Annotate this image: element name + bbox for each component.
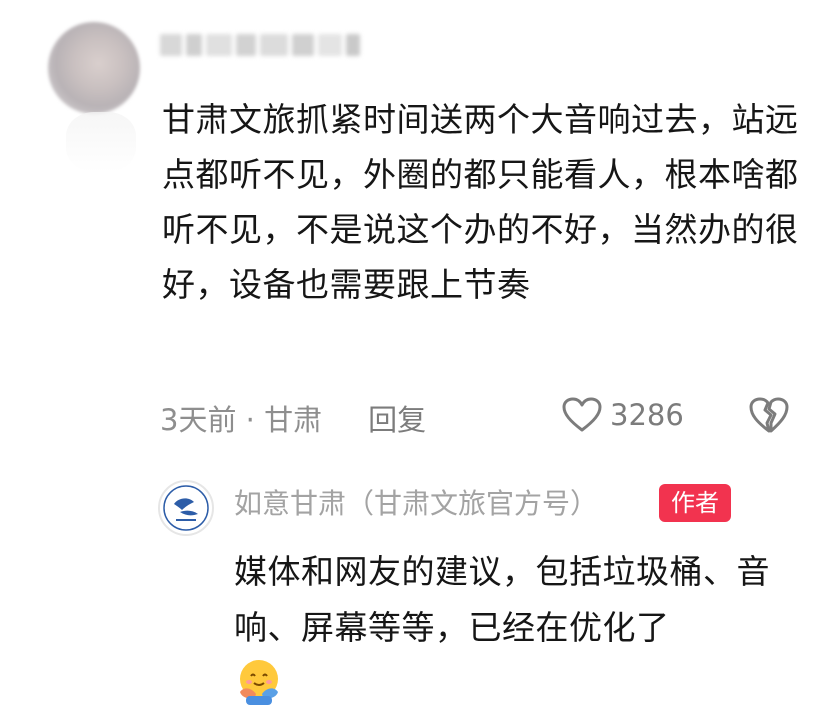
avatar-blur-decoration xyxy=(66,112,136,172)
dislike-button[interactable] xyxy=(748,396,790,438)
author-badge: 作者 xyxy=(659,484,731,522)
comment-meta: 3天前 · 甘肃 回复 xyxy=(160,393,800,443)
broken-heart-icon xyxy=(749,397,789,433)
heart-outline-icon xyxy=(562,397,602,432)
reply-author-name[interactable]: 如意甘肃（甘肃文旅官方号） xyxy=(234,482,598,522)
like-count: 3286 xyxy=(610,398,684,432)
reply-button[interactable]: 回复 xyxy=(368,397,426,439)
like-button[interactable]: 3286 xyxy=(562,397,684,433)
gansu-culture-logo-icon xyxy=(163,485,209,531)
comment-time-location: 3天前 · 甘肃 xyxy=(160,403,323,437)
comment-text: 甘肃文旅抓紧时间送两个大音响过去，站远点都听不见，外圈的都只能看人，根本啥都听不… xyxy=(162,100,799,304)
commenter-username-blurred[interactable] xyxy=(160,30,360,60)
hugging-face-emoji-icon xyxy=(234,656,284,710)
official-account-avatar[interactable] xyxy=(158,480,214,536)
commenter-avatar[interactable] xyxy=(48,22,140,114)
reply-text: 媒体和网友的建议，包括垃圾桶、音响、屏幕等等，已经在优化了 xyxy=(234,552,770,647)
